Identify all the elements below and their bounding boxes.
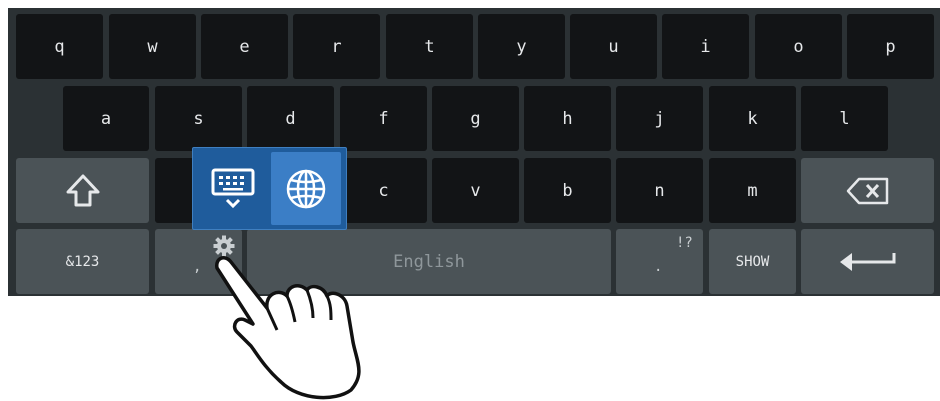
key-o[interactable]: o [755,14,842,79]
key-q[interactable]: q [16,14,103,79]
key-t[interactable]: t [386,14,473,79]
key-r[interactable]: r [293,14,380,79]
backspace-key[interactable] [801,158,934,223]
globe-icon [286,169,326,208]
key-f[interactable]: f [340,86,427,151]
hide-keyboard-option[interactable] [197,152,269,225]
key-l[interactable]: l [801,86,888,151]
punctuation-hint: !? [676,235,693,251]
key-n[interactable]: n [616,158,703,223]
keyboard-hide-icon [211,168,255,208]
key-u[interactable]: u [570,14,657,79]
key-d[interactable]: d [247,86,334,151]
key-v[interactable]: v [432,158,519,223]
key-k[interactable]: k [709,86,796,151]
key-w[interactable]: w [109,14,196,79]
enter-icon [839,252,895,271]
key-m[interactable]: m [709,158,796,223]
period-label: . [654,259,663,275]
symbols-key[interactable]: &123 [16,229,149,294]
backspace-icon [846,177,888,204]
key-p[interactable]: p [847,14,934,79]
key-e[interactable]: e [201,14,288,79]
show-key[interactable]: SHOW [709,229,796,294]
shift-key[interactable] [16,158,149,223]
key-c[interactable]: c [340,158,427,223]
key-b[interactable]: b [524,158,611,223]
globe-option[interactable] [271,152,341,225]
key-y[interactable]: y [478,14,565,79]
key-a[interactable]: a [63,86,149,151]
shift-icon [66,174,99,206]
key-h[interactable]: h [524,86,611,151]
key-s[interactable]: s [155,86,242,151]
key-g[interactable]: g [432,86,519,151]
language-popup [192,147,347,230]
key-i[interactable]: i [662,14,749,79]
tapping-hand-icon [215,256,361,400]
period-key[interactable]: . !? [616,229,703,294]
enter-key[interactable] [801,229,934,294]
key-j[interactable]: j [616,86,703,151]
